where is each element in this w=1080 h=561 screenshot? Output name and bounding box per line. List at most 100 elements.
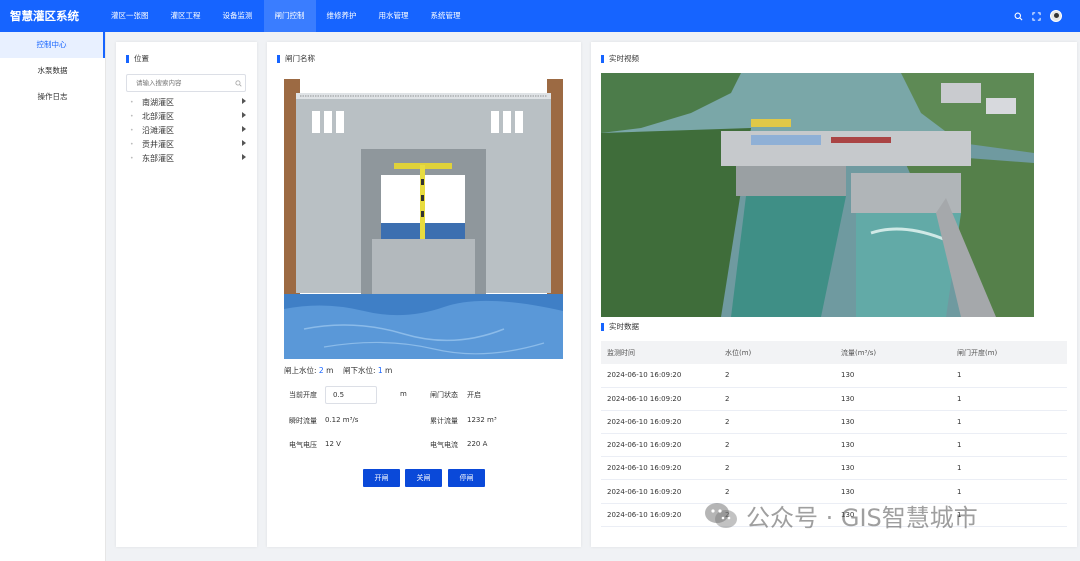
wechat-watermark: 公众号 · GIS智慧城市 (704, 498, 978, 533)
downstream-value: 1 (377, 366, 383, 375)
voltage-value: 12 V (325, 440, 341, 448)
search-icon[interactable] (235, 80, 242, 87)
bullet-icon: • (130, 112, 134, 120)
nav-item-water-management[interactable]: 用水管理 (368, 0, 420, 32)
opening-input[interactable] (325, 386, 377, 404)
opening-unit: m (400, 390, 407, 398)
table-row: 2024-06-10 16:09:2021301 (601, 433, 1067, 458)
sidebar: 控制中心 水泵数据 操作日志 (0, 32, 106, 561)
bullet-icon: • (130, 98, 134, 106)
expand-arrow-icon[interactable] (242, 126, 246, 132)
current-value: 220 A (467, 440, 488, 448)
gate-title-text: 闸门名称 (285, 54, 315, 63)
gate-3d-model (284, 79, 563, 359)
location-search-input[interactable] (127, 76, 227, 90)
nav-item-maintenance[interactable]: 维修养护 (316, 0, 368, 32)
table-cell: 1 (951, 387, 1067, 411)
nav-item-monitoring[interactable]: 设备监测 (212, 0, 264, 32)
bullet-icon: • (130, 154, 134, 162)
status-value: 开启 (467, 391, 481, 399)
table-cell: 1 (951, 364, 1067, 388)
sidebar-item-pump-data[interactable]: 水泵数据 (0, 58, 105, 84)
wechat-icon (705, 502, 737, 528)
watermark-text: 公众号 · GIS智慧城市 (746, 504, 978, 532)
tree-item-beibu[interactable]: • 北部灌区 (130, 109, 246, 123)
top-navbar: 智慧灌区系统 灌区一张图 灌区工程 设备监测 闸门控制 维修养护 用水管理 系统… (0, 0, 1080, 32)
table-header-row: 监测时间 水位(m) 流量(m³/s) 闸门开度(m) (601, 341, 1067, 364)
tree-item-label: 东部灌区 (142, 153, 174, 163)
header-actions (1014, 0, 1062, 32)
table-cell: 1 (951, 410, 1067, 435)
tree-item-nanhu[interactable]: • 南湖灌区 (130, 95, 246, 109)
tree-item-label: 沿滩灌区 (142, 125, 174, 135)
sidebar-item-operation-log[interactable]: 操作日志 (0, 84, 105, 110)
total-flow-value: 1232 m³ (467, 416, 497, 424)
table-row: 2024-06-10 16:09:2021301 (601, 387, 1067, 411)
data-title-text: 实时数据 (609, 322, 639, 331)
expand-arrow-icon[interactable] (242, 140, 246, 146)
upstream-label: 闸上水位: (284, 366, 317, 375)
flow-label: 瞬时流量 (289, 417, 317, 425)
flow-value: 0.12 m³/s (325, 416, 359, 424)
upstream-unit: m (326, 366, 334, 375)
nav-item-engineering[interactable]: 灌区工程 (160, 0, 212, 32)
sidebar-item-control-center[interactable]: 控制中心 (0, 32, 105, 58)
column-header: 监测时间 (601, 341, 719, 364)
close-gate-button[interactable]: 关闸 (405, 469, 442, 487)
location-panel: 位置 • 南湖灌区 • 北部灌区 • 沿滩灌区 • 贡井灌区 • 东部灌区 (116, 42, 257, 547)
opening-label: 当前开度 (289, 391, 317, 399)
table-cell: 130 (835, 456, 951, 481)
column-header: 流量(m³/s) (835, 341, 951, 364)
table-cell: 130 (835, 433, 951, 458)
bullet-icon: • (130, 126, 134, 134)
tree-item-label: 北部灌区 (142, 111, 174, 121)
expand-arrow-icon[interactable] (242, 98, 246, 104)
downstream-label: 闸下水位: (342, 366, 376, 375)
table-cell: 1 (951, 456, 1067, 481)
table-cell: 2024-06-10 16:09:20 (601, 503, 719, 527)
title-marker (277, 54, 280, 63)
search-icon[interactable] (1014, 12, 1023, 21)
table-cell: 2 (719, 433, 835, 458)
table-cell: 130 (835, 387, 951, 411)
video-panel-title: 实时视频 (601, 53, 639, 64)
voltage-label: 电气电压 (289, 441, 317, 449)
location-title-text: 位置 (134, 54, 149, 63)
data-panel-title: 实时数据 (601, 321, 639, 332)
live-video-feed[interactable] (601, 73, 1034, 317)
video-title-text: 实时视频 (609, 54, 639, 63)
tree-item-gongjing[interactable]: • 贡井灌区 (130, 137, 246, 151)
table-row: 2024-06-10 16:09:2021301 (601, 364, 1067, 388)
downstream-unit: m (385, 366, 393, 375)
gate-panel: 闸门名称 闸上水位: 2 m 闸下水位: 1 m 当前开度 m 闸门状态 开启 (267, 42, 581, 547)
tree-item-dongbu[interactable]: • 东部灌区 (130, 151, 246, 165)
stop-gate-button[interactable]: 停闸 (448, 469, 485, 487)
location-panel-title: 位置 (126, 53, 149, 64)
current-label: 电气电流 (430, 441, 458, 449)
location-search (126, 74, 246, 92)
water-levels: 闸上水位: 2 m 闸下水位: 1 m (284, 365, 392, 376)
tree-item-yantan[interactable]: • 沿滩灌区 (130, 123, 246, 137)
nav-item-gate-control[interactable]: 闸门控制 (263, 0, 316, 32)
nav-item-system[interactable]: 系统管理 (420, 0, 472, 32)
table-cell: 2 (719, 364, 835, 388)
user-avatar[interactable] (1050, 10, 1062, 22)
expand-arrow-icon[interactable] (242, 112, 246, 118)
gate-panel-title: 闸门名称 (277, 53, 315, 64)
open-gate-button[interactable]: 开闸 (363, 469, 400, 487)
title-marker (126, 54, 129, 63)
bullet-icon: • (130, 140, 134, 148)
monitor-panel: 实时视频 实时数据 监测时间 水位(m) 流量(m³/s) 闸门开度(m) 20… (591, 42, 1077, 547)
app-title: 智慧灌区系统 (10, 9, 79, 23)
expand-arrow-icon[interactable] (242, 154, 246, 160)
upstream-value: 2 (318, 366, 324, 375)
title-marker (601, 322, 604, 331)
column-header: 水位(m) (719, 341, 835, 364)
table-row: 2024-06-10 16:09:2021301 (601, 410, 1067, 435)
main-nav: 灌区一张图 灌区工程 设备监测 闸门控制 维修养护 用水管理 系统管理 (100, 0, 472, 32)
table-cell: 2 (719, 387, 835, 411)
fullscreen-icon[interactable] (1032, 11, 1041, 21)
table-cell: 2 (719, 456, 835, 481)
table-cell: 130 (835, 364, 951, 388)
nav-item-map[interactable]: 灌区一张图 (100, 0, 160, 32)
